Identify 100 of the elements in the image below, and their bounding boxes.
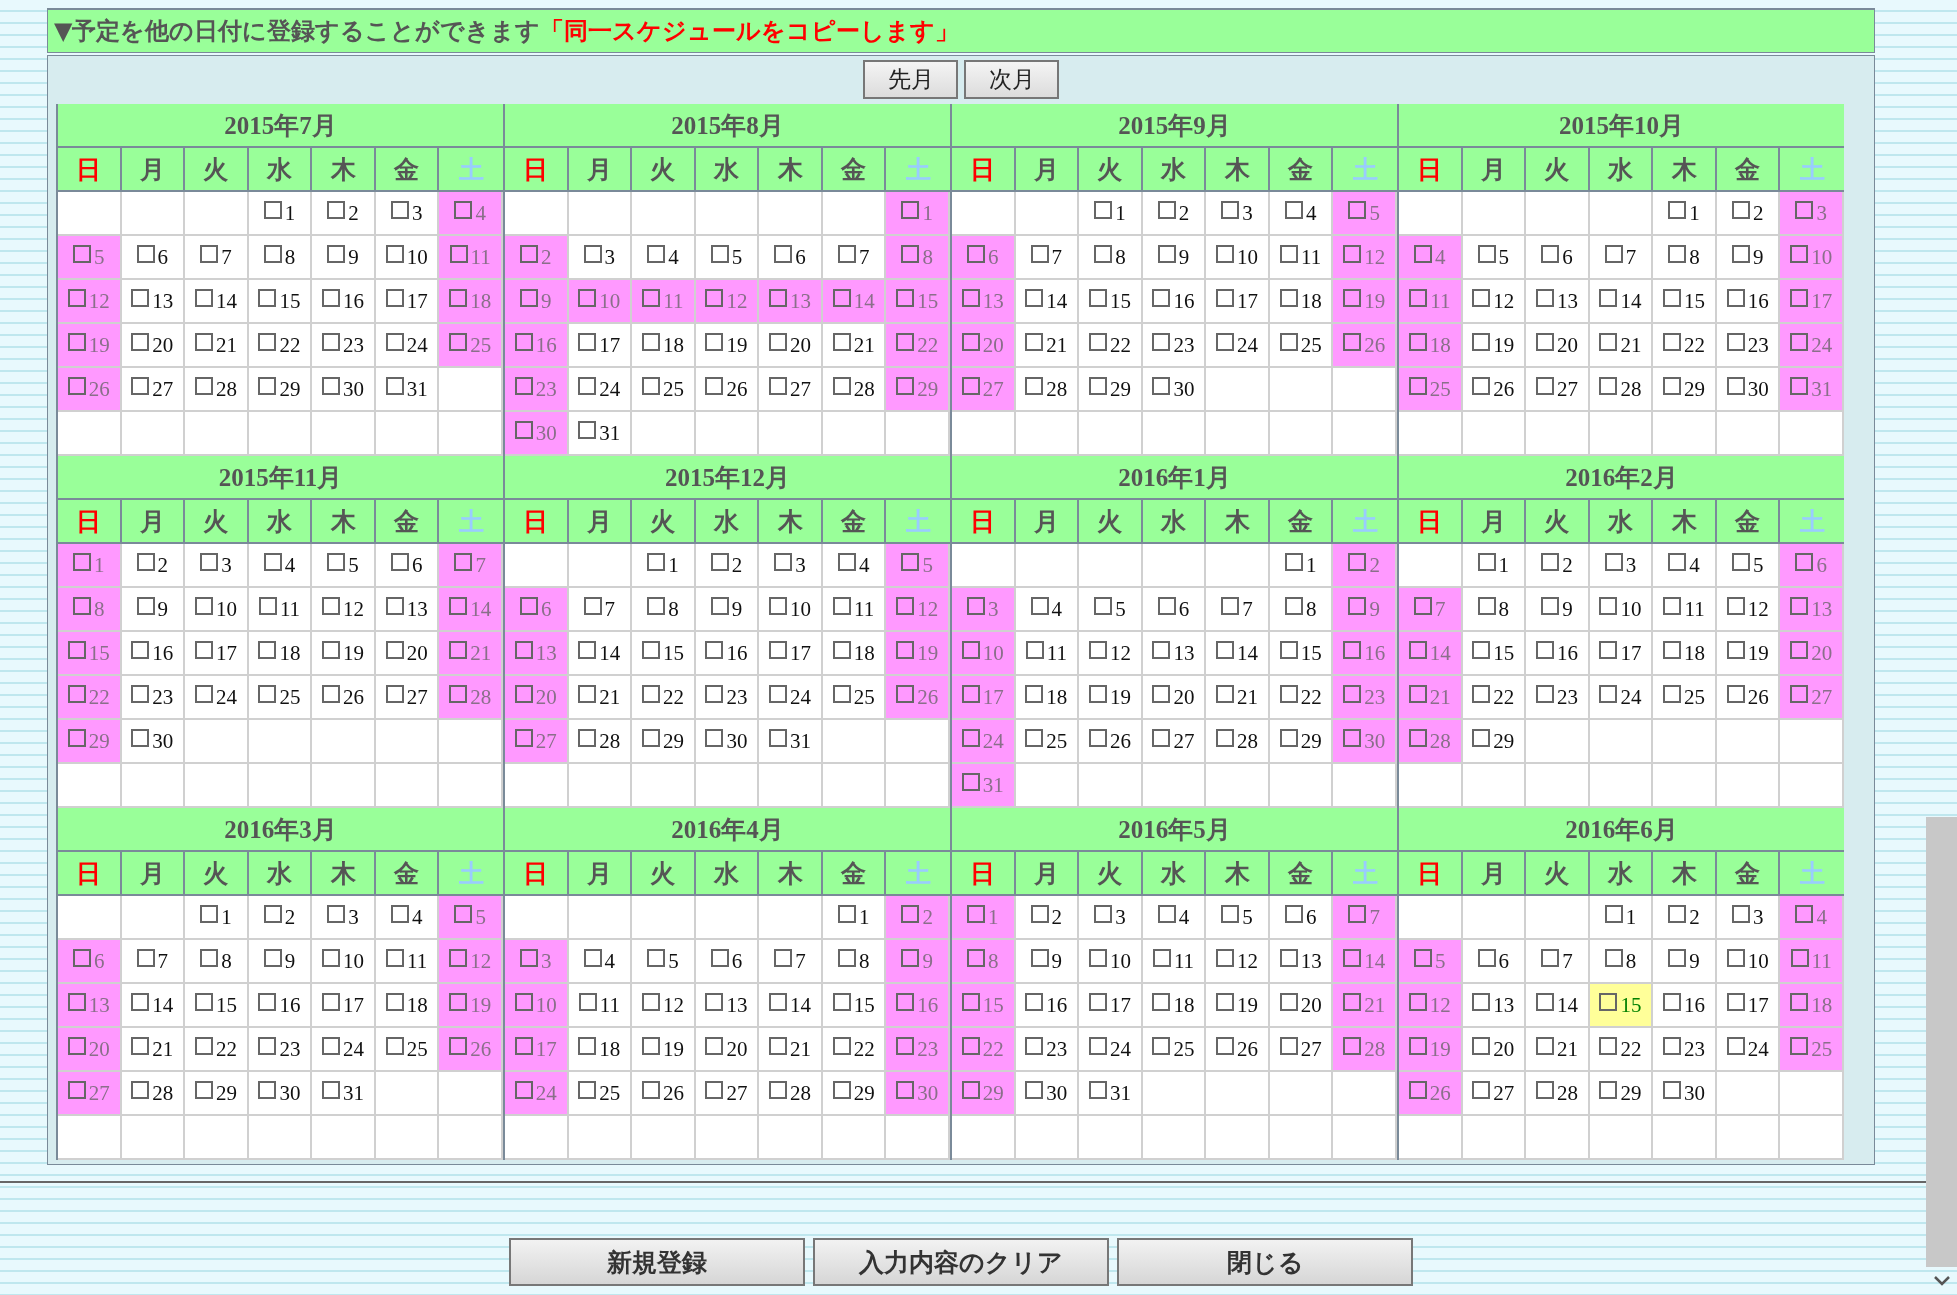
- checkbox[interactable]: [1152, 289, 1171, 307]
- checkbox[interactable]: [449, 993, 468, 1011]
- checkbox[interactable]: [1604, 245, 1623, 263]
- checkbox[interactable]: [67, 377, 86, 395]
- checkbox[interactable]: [1663, 685, 1682, 703]
- checkbox[interactable]: [194, 1037, 213, 1055]
- checkbox[interactable]: [194, 289, 213, 307]
- checkbox[interactable]: [385, 289, 404, 307]
- checkbox[interactable]: [901, 949, 920, 967]
- checkbox[interactable]: [1535, 993, 1554, 1011]
- checkbox[interactable]: [73, 553, 92, 571]
- checkbox[interactable]: [390, 201, 409, 219]
- checkbox[interactable]: [1599, 597, 1618, 615]
- checkbox[interactable]: [449, 949, 468, 967]
- checkbox[interactable]: [578, 729, 597, 747]
- month-nav-button[interactable]: 次月: [964, 60, 1059, 99]
- checkbox[interactable]: [1157, 245, 1176, 263]
- checkbox[interactable]: [1599, 641, 1618, 659]
- checkbox[interactable]: [1284, 597, 1303, 615]
- checkbox[interactable]: [641, 685, 660, 703]
- checkbox[interactable]: [1216, 289, 1235, 307]
- checkbox[interactable]: [896, 1037, 915, 1055]
- checkbox[interactable]: [1088, 377, 1107, 395]
- checkbox[interactable]: [578, 377, 597, 395]
- checkbox[interactable]: [1094, 245, 1113, 263]
- checkbox[interactable]: [263, 553, 282, 571]
- checkbox[interactable]: [1541, 553, 1560, 571]
- checkbox[interactable]: [1216, 993, 1235, 1011]
- checkbox[interactable]: [194, 685, 213, 703]
- checkbox[interactable]: [832, 685, 851, 703]
- checkbox[interactable]: [131, 377, 150, 395]
- checkbox[interactable]: [449, 245, 468, 263]
- checkbox[interactable]: [390, 905, 409, 923]
- action-button[interactable]: 入力内容のクリア: [813, 1238, 1109, 1286]
- checkbox[interactable]: [67, 729, 86, 747]
- checkbox[interactable]: [641, 333, 660, 351]
- checkbox[interactable]: [514, 685, 533, 703]
- checkbox[interactable]: [322, 597, 341, 615]
- checkbox[interactable]: [385, 685, 404, 703]
- checkbox[interactable]: [1472, 333, 1491, 351]
- checkbox[interactable]: [1790, 993, 1809, 1011]
- checkbox[interactable]: [1343, 245, 1362, 263]
- checkbox[interactable]: [769, 993, 788, 1011]
- checkbox[interactable]: [832, 289, 851, 307]
- checkbox[interactable]: [1726, 993, 1745, 1011]
- checkbox[interactable]: [1472, 729, 1491, 747]
- checkbox[interactable]: [449, 289, 468, 307]
- checkbox[interactable]: [1668, 553, 1687, 571]
- checkbox[interactable]: [1408, 1037, 1427, 1055]
- checkbox[interactable]: [1030, 245, 1049, 263]
- checkbox[interactable]: [1795, 905, 1814, 923]
- checkbox[interactable]: [327, 245, 346, 263]
- checkbox[interactable]: [1726, 685, 1745, 703]
- checkbox[interactable]: [961, 333, 980, 351]
- checkbox[interactable]: [1790, 1037, 1809, 1055]
- checkbox[interactable]: [1408, 993, 1427, 1011]
- checkbox[interactable]: [1472, 1037, 1491, 1055]
- checkbox[interactable]: [200, 949, 219, 967]
- checkbox[interactable]: [1408, 1081, 1427, 1099]
- checkbox[interactable]: [967, 949, 986, 967]
- checkbox[interactable]: [578, 289, 597, 307]
- checkbox[interactable]: [1284, 905, 1303, 923]
- checkbox[interactable]: [1408, 333, 1427, 351]
- checkbox[interactable]: [769, 333, 788, 351]
- checkbox[interactable]: [1025, 333, 1044, 351]
- checkbox[interactable]: [1408, 377, 1427, 395]
- checkbox[interactable]: [258, 289, 277, 307]
- checkbox[interactable]: [710, 553, 729, 571]
- checkbox[interactable]: [1216, 333, 1235, 351]
- checkbox[interactable]: [322, 685, 341, 703]
- checkbox[interactable]: [1535, 641, 1554, 659]
- checkbox[interactable]: [385, 1037, 404, 1055]
- checkbox[interactable]: [449, 685, 468, 703]
- checkbox[interactable]: [1279, 289, 1298, 307]
- checkbox[interactable]: [901, 201, 920, 219]
- checkbox[interactable]: [961, 773, 980, 791]
- checkbox[interactable]: [131, 289, 150, 307]
- checkbox[interactable]: [901, 553, 920, 571]
- checkbox[interactable]: [961, 1037, 980, 1055]
- checkbox[interactable]: [327, 553, 346, 571]
- checkbox[interactable]: [710, 245, 729, 263]
- checkbox[interactable]: [1535, 1081, 1554, 1099]
- checkbox[interactable]: [322, 993, 341, 1011]
- checkbox[interactable]: [258, 993, 277, 1011]
- checkbox[interactable]: [647, 245, 666, 263]
- checkbox[interactable]: [136, 553, 155, 571]
- checkbox[interactable]: [520, 289, 539, 307]
- checkbox[interactable]: [258, 1081, 277, 1099]
- checkbox[interactable]: [578, 333, 597, 351]
- checkbox[interactable]: [1535, 289, 1554, 307]
- checkbox[interactable]: [322, 333, 341, 351]
- checkbox[interactable]: [896, 685, 915, 703]
- checkbox[interactable]: [1477, 553, 1496, 571]
- checkbox[interactable]: [514, 993, 533, 1011]
- checkbox[interactable]: [1663, 377, 1682, 395]
- action-button[interactable]: 閉じる: [1117, 1238, 1413, 1286]
- checkbox[interactable]: [514, 1037, 533, 1055]
- checkbox[interactable]: [67, 1037, 86, 1055]
- checkbox[interactable]: [641, 1037, 660, 1055]
- checkbox[interactable]: [322, 289, 341, 307]
